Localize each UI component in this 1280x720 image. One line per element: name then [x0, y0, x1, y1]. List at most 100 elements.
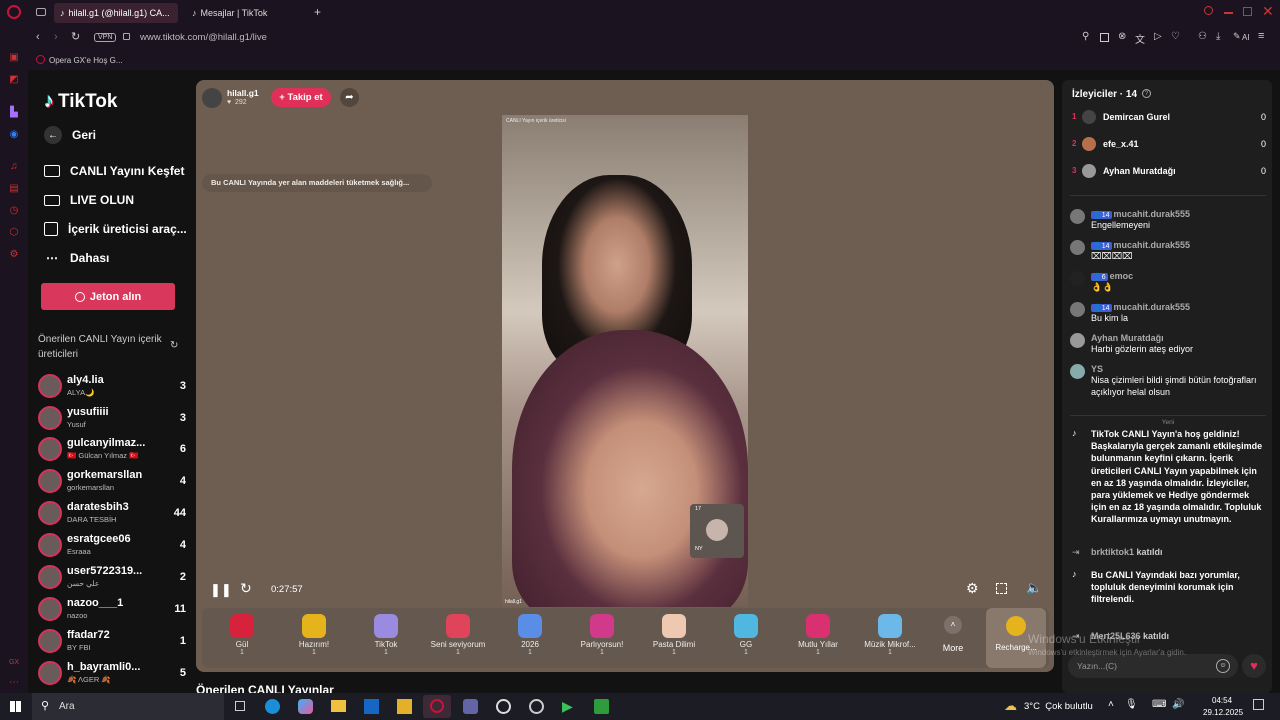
tabs-icon[interactable]: ▤	[7, 182, 21, 196]
more-icon[interactable]: ⋯	[7, 676, 21, 690]
suggested-account[interactable]: ffadar72 BY FBI 1	[38, 626, 186, 656]
outlook-icon[interactable]	[364, 699, 379, 714]
play-icon[interactable]: ▷	[1154, 31, 1162, 42]
nav-explore-live[interactable]: CANLI Yayını Keşfet	[44, 164, 184, 178]
host-chip[interactable]: hilall.g1 ♥ 292	[202, 86, 262, 110]
gift-more-button[interactable]: ˄ More	[938, 616, 968, 653]
gift-item[interactable]: Pasta Dilimi 1	[644, 608, 704, 668]
suggested-account[interactable]: esratgcee06 Esraaa 4	[38, 530, 186, 560]
snapshot-icon[interactable]	[1100, 33, 1109, 42]
translate-icon[interactable]: 文	[1135, 31, 1145, 46]
gx-corner-icon[interactable]: ◩	[7, 73, 21, 87]
chat-user[interactable]: emoc	[1110, 271, 1134, 281]
nav-more[interactable]: ⋯ Dahası	[44, 251, 109, 265]
taskbar-search[interactable]: ⚲ Ara	[32, 693, 224, 720]
clock-time[interactable]: 04:54	[1212, 696, 1232, 705]
adblock-icon[interactable]: ⊗	[1118, 31, 1126, 42]
twitch-icon[interactable]: ▙	[7, 106, 21, 120]
volume-icon[interactable]: 🔈	[1026, 580, 1042, 596]
mic-icon[interactable]: 🎙	[1125, 699, 1138, 710]
suggested-account[interactable]: yusufiiii Yusuf 3	[38, 403, 186, 433]
ai-button[interactable]: AI	[1242, 33, 1250, 42]
nav-creator-tools[interactable]: İçerik üreticisi araç...	[44, 222, 187, 236]
chat-user[interactable]: YS	[1091, 364, 1103, 374]
chat-user[interactable]: mucahit.durak555	[1114, 302, 1191, 312]
workspaces-icon[interactable]	[36, 8, 46, 16]
info-icon[interactable]: ?	[1142, 89, 1151, 98]
settings-icon[interactable]: ⚙	[966, 580, 979, 597]
suggested-account[interactable]: nazoo___1 nazoo 11	[38, 594, 186, 624]
music-icon[interactable]: ♫	[7, 160, 21, 174]
chat-user[interactable]: Ayhan Muratdağı	[1091, 333, 1164, 343]
gift-item[interactable]: Parlıyorsun! 1	[572, 608, 632, 668]
nav-go-live[interactable]: LIVE OLUN	[44, 193, 134, 207]
clock-date[interactable]: 29.12.2025	[1203, 708, 1243, 717]
gift-item[interactable]: TikTok 1	[356, 608, 416, 668]
extensions-icon[interactable]: ⬡	[7, 226, 21, 240]
vpn-badge[interactable]: VPN	[94, 33, 117, 42]
messenger-icon[interactable]: ◉	[7, 128, 21, 142]
speaker-icon[interactable]: 🔊	[1172, 699, 1184, 710]
viewer-row[interactable]: 1 Demircan Gurel 0	[1070, 109, 1266, 127]
xbox-icon[interactable]	[594, 699, 609, 714]
follow-button[interactable]: + Takip et	[271, 88, 331, 107]
bookmark-opera-gx[interactable]: Opera GX'e Hoş G...	[49, 56, 123, 65]
chat-user[interactable]: mucahit.durak555	[1114, 209, 1191, 219]
edge-icon[interactable]	[265, 699, 280, 714]
store-icon[interactable]	[397, 699, 412, 714]
teams-icon[interactable]	[463, 699, 478, 714]
history-icon[interactable]: ◷	[7, 204, 21, 218]
chatgpt-icon[interactable]	[496, 699, 511, 714]
gift-item[interactable]: Müzik Mikrof... 1	[860, 608, 920, 668]
gift-item[interactable]: GG 1	[716, 608, 776, 668]
sparkle-icon[interactable]: ✎	[1233, 31, 1241, 42]
download-icon[interactable]: ⤓	[1216, 31, 1220, 42]
reload-icon[interactable]: ↻	[71, 30, 80, 43]
viewer-row[interactable]: 2 efe_x.41 0	[1070, 136, 1266, 154]
menu-icon[interactable]: ≡	[1258, 30, 1264, 42]
replay-icon[interactable]: ↻	[240, 580, 252, 597]
suggested-account[interactable]: daratesbih3 DARA TESBİH 44	[38, 498, 186, 528]
notification-icon[interactable]	[1253, 699, 1264, 710]
tab-tiktok-live[interactable]: ♪ hilall.g1 (@hilall.g1) CA...	[54, 3, 178, 23]
suggested-account[interactable]: h_bayramli0... 🍂 ΛGER 🍂 5	[38, 658, 186, 688]
opera-logo-icon[interactable]	[7, 5, 21, 19]
account-icon[interactable]: ⚇	[1198, 31, 1207, 42]
weather-text[interactable]: 3°C Çok bulutlu	[1024, 701, 1093, 712]
tiktok-logo[interactable]: ♪ TikTok	[44, 90, 117, 113]
fullscreen-icon[interactable]	[996, 583, 1007, 594]
back-button[interactable]: ← Geri	[44, 126, 96, 144]
close-icon[interactable]: ✕	[1262, 3, 1274, 20]
explorer-icon[interactable]	[331, 700, 346, 712]
windows-start-icon[interactable]	[10, 701, 21, 712]
suggested-account[interactable]: gorkemarsllan gorkemarsllan 4	[38, 466, 186, 496]
pip-guest[interactable]: 17 NY	[690, 504, 744, 558]
back-icon[interactable]: ‹	[36, 31, 40, 43]
forward-icon[interactable]: ›	[54, 31, 58, 43]
chat-input[interactable]: Yazın...(C) ☺	[1068, 654, 1238, 678]
copilot-icon[interactable]	[298, 699, 313, 714]
gift-item[interactable]: 2026 1	[500, 608, 560, 668]
task-view-icon[interactable]	[235, 701, 245, 711]
gift-item[interactable]: Gül 1	[212, 608, 272, 668]
heart-icon[interactable]: ♡	[1171, 31, 1180, 42]
search-icon[interactable]	[1204, 6, 1213, 15]
gift-item[interactable]: Hazırım! 1	[284, 608, 344, 668]
suggested-account[interactable]: aly4.lia ALYA🌙 3	[38, 371, 186, 401]
minimize-icon[interactable]	[1224, 12, 1233, 14]
gift-item[interactable]: Seni seviyorum 1	[428, 608, 488, 668]
join-user[interactable]: brktiktok1	[1091, 547, 1134, 557]
gx-control-icon[interactable]: ▣	[7, 51, 21, 65]
emoji-icon[interactable]: ☺	[1216, 659, 1230, 673]
gift-heart-button[interactable]: ♥	[1242, 654, 1266, 678]
suggested-account[interactable]: user5722319... علي حسن 2	[38, 562, 186, 592]
pin-icon[interactable]: ⚲	[1082, 31, 1089, 42]
gx-label[interactable]: GX	[7, 656, 21, 670]
viewer-row[interactable]: 3 Ayhan Muratdağı 0	[1070, 163, 1266, 181]
gift-item[interactable]: Mutlu Yıllar 1	[788, 608, 848, 668]
play-app-icon[interactable]: ▶	[562, 698, 573, 715]
chrome-like-icon[interactable]	[529, 699, 544, 714]
url-field[interactable]: www.tiktok.com/@hilall.g1/live	[140, 32, 267, 43]
new-tab-button[interactable]: +	[314, 5, 321, 19]
network-icon[interactable]: ⌨	[1152, 699, 1166, 710]
